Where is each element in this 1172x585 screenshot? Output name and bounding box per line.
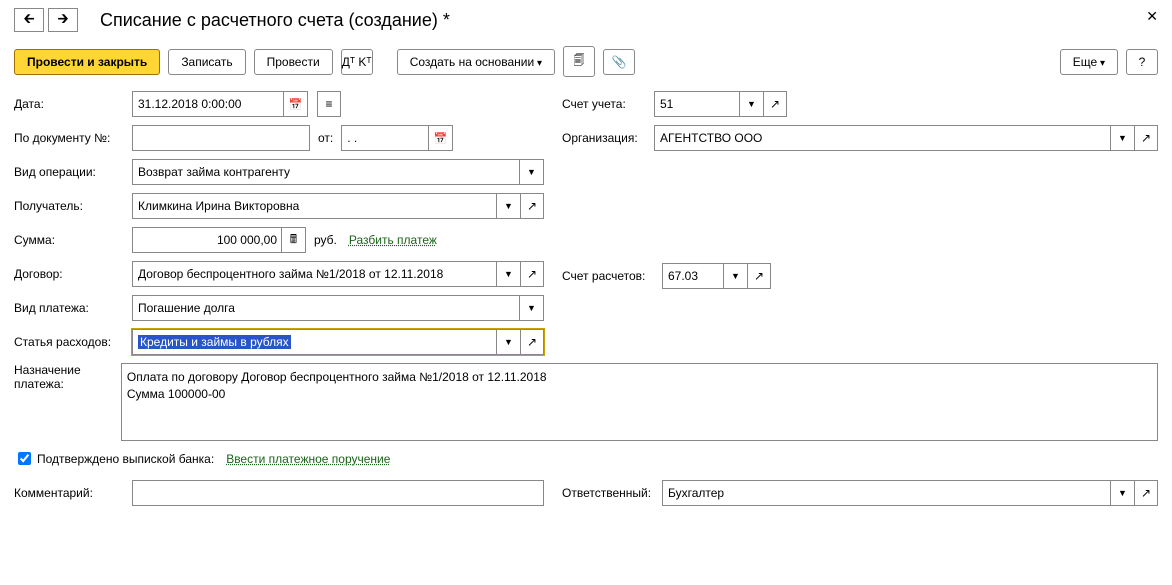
settle-acc-open-icon[interactable]: ↗: [747, 263, 771, 289]
op-type-select[interactable]: Возврат займа контрагенту: [132, 159, 520, 185]
responsible-dropdown-icon[interactable]: ▼: [1111, 480, 1135, 506]
amount-input[interactable]: 100 000,00: [132, 227, 282, 253]
nav-forward-button[interactable]: 🡲: [48, 8, 78, 32]
expense-dropdown-icon[interactable]: ▼: [497, 329, 521, 355]
contract-label: Договор:: [14, 267, 132, 281]
from-label: от:: [318, 131, 333, 145]
submit-close-button[interactable]: Провести и закрыть: [14, 49, 160, 75]
settle-acc-label: Счет расчетов:: [562, 269, 662, 283]
date-label: Дата:: [14, 97, 132, 111]
enter-order-link[interactable]: Ввести платежное поручение: [226, 452, 390, 466]
org-label: Организация:: [562, 131, 654, 145]
pay-type-dropdown-icon[interactable]: ▼: [520, 295, 544, 321]
split-payment-link[interactable]: Разбить платеж: [349, 233, 437, 247]
confirm-label: Подтверждено выпиской банка:: [37, 452, 214, 466]
by-doc-label: По документу №:: [14, 131, 132, 145]
org-select[interactable]: АГЕНТСТВО ООО: [654, 125, 1111, 151]
recipient-dropdown-icon[interactable]: ▼: [497, 193, 521, 219]
expense-label: Статья расходов:: [14, 335, 132, 349]
calendar-icon[interactable]: [284, 91, 308, 117]
org-dropdown-icon[interactable]: ▼: [1111, 125, 1135, 151]
account-select[interactable]: 51: [654, 91, 740, 117]
contract-dropdown-icon[interactable]: ▼: [497, 261, 521, 287]
account-open-icon[interactable]: ↗: [763, 91, 787, 117]
pay-type-select[interactable]: Погашение долга: [132, 295, 520, 321]
op-type-label: Вид операции:: [14, 165, 132, 179]
settle-acc-dropdown-icon[interactable]: ▼: [724, 263, 748, 289]
purpose-textarea[interactable]: [121, 363, 1158, 441]
op-type-dropdown-icon[interactable]: ▼: [520, 159, 544, 185]
recipient-label: Получатель:: [14, 199, 132, 213]
currency-label: руб.: [314, 233, 337, 247]
save-button[interactable]: Записать: [168, 49, 245, 75]
date-input[interactable]: 31.12.2018 0:00:00: [132, 91, 284, 117]
attach-button[interactable]: 📎: [603, 49, 635, 75]
contract-select[interactable]: Договор беспроцентного займа №1/2018 от …: [132, 261, 497, 287]
purpose-label: Назначение платежа:: [14, 363, 121, 391]
create-based-button[interactable]: Создать на основании: [397, 49, 555, 75]
amount-label: Сумма:: [14, 233, 132, 247]
doc-number-input[interactable]: [132, 125, 310, 151]
page-title: Списание с расчетного счета (создание) *: [100, 10, 450, 31]
confirm-checkbox[interactable]: [18, 452, 31, 465]
responsible-open-icon[interactable]: ↗: [1134, 480, 1158, 506]
doc-date-calendar-icon[interactable]: [429, 125, 453, 151]
expense-select[interactable]: Кредиты и займы в рублях: [132, 329, 497, 355]
nav-back-button[interactable]: 🡰: [14, 8, 44, 32]
settle-acc-select[interactable]: 67.03: [662, 263, 724, 289]
help-button[interactable]: ?: [1126, 49, 1158, 75]
responsible-label: Ответственный:: [562, 486, 662, 500]
doc-date-input[interactable]: . .: [341, 125, 429, 151]
submit-button[interactable]: Провести: [254, 49, 333, 75]
contract-open-icon[interactable]: ↗: [520, 261, 544, 287]
recipient-open-icon[interactable]: ↗: [520, 193, 544, 219]
comment-label: Комментарий:: [14, 486, 132, 500]
expense-open-icon[interactable]: ↗: [520, 329, 544, 355]
pay-type-label: Вид платежа:: [14, 301, 132, 315]
responsible-select[interactable]: Бухгалтер: [662, 480, 1111, 506]
org-open-icon[interactable]: ↗: [1134, 125, 1158, 151]
calculator-icon[interactable]: 🖩: [282, 227, 306, 253]
close-icon[interactable]: ✕: [1146, 8, 1158, 25]
more-button[interactable]: Еще: [1060, 49, 1118, 75]
account-label: Счет учета:: [562, 97, 654, 111]
comment-input[interactable]: [132, 480, 544, 506]
structure-button[interactable]: 🗐: [563, 46, 595, 77]
recipient-select[interactable]: Климкина Ирина Викторовна: [132, 193, 497, 219]
account-dropdown-icon[interactable]: ▼: [740, 91, 764, 117]
number-icon[interactable]: ≡: [317, 91, 341, 117]
dtkt-button[interactable]: Дᵀ Kᵀ: [341, 49, 373, 75]
